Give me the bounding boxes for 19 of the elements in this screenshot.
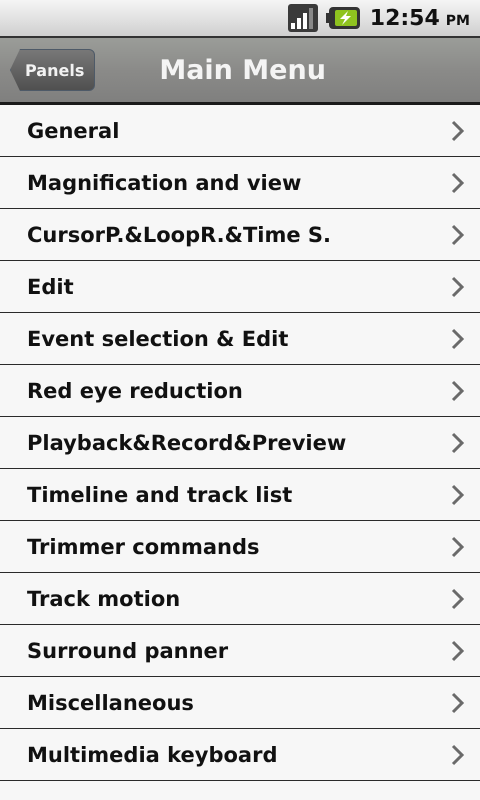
chevron-icon (451, 588, 465, 610)
chevron-icon (451, 484, 465, 506)
chevron-icon (451, 172, 465, 194)
chevron-icon (451, 432, 465, 454)
chevron-icon (451, 640, 465, 662)
clock-period: PM (446, 13, 470, 29)
chevron-icon (451, 328, 465, 350)
chevron-icon (451, 224, 465, 246)
chevron-icon (451, 380, 465, 402)
chevron-icon (451, 692, 465, 714)
signal-icon (288, 4, 318, 32)
back-button[interactable]: Panels (10, 49, 96, 91)
chevron-icon (451, 120, 465, 142)
chevron-icon (451, 744, 465, 766)
screen-title: Main Menu (159, 54, 326, 86)
battery-charging-icon (326, 7, 360, 29)
clock-time: 12:54 (370, 6, 440, 30)
chevron-icon (451, 536, 465, 558)
chevron-icon (451, 276, 465, 298)
